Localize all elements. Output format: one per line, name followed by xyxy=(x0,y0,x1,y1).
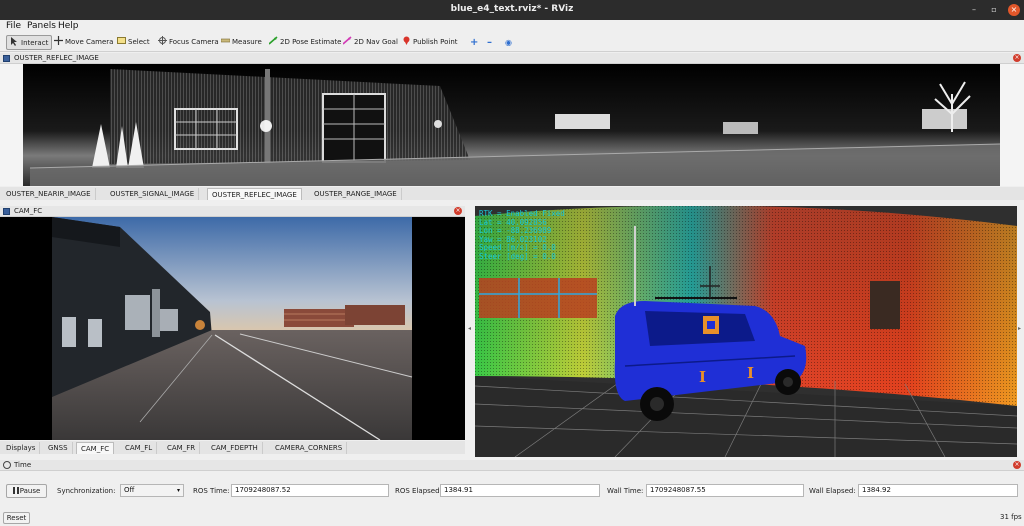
ros-time-field[interactable]: 1709248087.52 xyxy=(231,484,389,497)
crosshair-icon xyxy=(158,36,167,45)
ouster-image-view xyxy=(0,64,1024,186)
left-splitter-handle[interactable]: ◂ xyxy=(468,325,472,333)
tool-properties-button[interactable]: ◉ xyxy=(505,35,512,50)
pause-icon xyxy=(12,487,19,494)
interact-tool[interactable]: Interact xyxy=(6,35,53,50)
tab-cam-fc[interactable]: CAM_FC xyxy=(76,442,115,454)
tab-displays[interactable]: Displays xyxy=(2,442,41,454)
cam-panel-title: CAM_FC xyxy=(14,207,43,215)
minimize-button[interactable]: – xyxy=(968,4,980,16)
fps-readout: 31 fps xyxy=(1000,513,1022,521)
clock-icon xyxy=(3,461,11,469)
ouster-panel-close-button[interactable]: × xyxy=(1013,54,1021,62)
move-camera-tool[interactable]: Move Camera xyxy=(54,35,113,50)
time-panel-header: Time × xyxy=(0,460,1024,471)
window-title: blue_e4_text.rviz* - RViz xyxy=(450,4,574,14)
car-letter-side-front: I xyxy=(699,368,707,386)
nav-goal-tool[interactable]: 2D Nav Goal xyxy=(342,35,398,50)
reset-button[interactable]: Reset xyxy=(3,512,30,524)
sync-select[interactable]: Off ▾ xyxy=(120,484,184,497)
sync-label: Synchronization: xyxy=(57,487,116,495)
tab-cam-fdepth[interactable]: CAM_FDEPTH xyxy=(207,442,263,454)
focus-camera-tool[interactable]: Focus Camera xyxy=(158,35,219,50)
wall-elapsed-field[interactable]: 1384.92 xyxy=(858,484,1018,497)
front-camera-image xyxy=(0,217,465,441)
ros-elapsed-field[interactable]: 1384.91 xyxy=(440,484,600,497)
panel-icon xyxy=(3,55,10,62)
gnss-hud-overlay: RTK = Enabled Fixed Lat = 40.092856 Lon … xyxy=(479,209,565,262)
close-window-button[interactable]: × xyxy=(1008,4,1020,16)
tab-cam-fr[interactable]: CAM_FR xyxy=(163,442,201,454)
remove-tool-button[interactable]: – xyxy=(487,35,492,50)
pose-estimate-tool[interactable]: 2D Pose Estimate xyxy=(268,35,341,50)
pause-button[interactable]: Pause xyxy=(6,484,47,498)
move-icon xyxy=(54,36,63,45)
time-panel-close-button[interactable]: × xyxy=(1013,461,1021,469)
tab-ouster-reflec[interactable]: OUSTER_REFLEC_IMAGE xyxy=(207,188,302,200)
menu-help[interactable]: Help xyxy=(58,21,79,31)
cam-panel-header: CAM_FC × xyxy=(0,206,465,217)
camera-image-view xyxy=(0,217,465,441)
cursor-icon xyxy=(10,37,19,46)
ouster-panel-header: OUSTER_REFLEC_IMAGE × xyxy=(0,53,1024,64)
wall-time-label: Wall Time: xyxy=(607,487,644,495)
car-letter-side-rear: I xyxy=(747,364,755,382)
time-panel-body: Pause Synchronization: Off ▾ ROS Time: 1… xyxy=(0,471,1024,509)
wall-elapsed-label: Wall Elapsed: xyxy=(809,487,856,495)
tab-gnss[interactable]: GNSS xyxy=(44,442,73,454)
select-tool[interactable]: Select xyxy=(117,35,150,50)
map-pin-icon xyxy=(402,36,411,45)
pink-arrow-icon xyxy=(342,36,352,45)
status-bar: Reset 31 fps xyxy=(0,510,1024,526)
tab-ouster-range[interactable]: OUSTER_RANGE_IMAGE xyxy=(310,188,402,200)
left-tab-bar: Displays GNSS CAM_FC CAM_FL CAM_FR CAM_F… xyxy=(0,441,465,454)
tab-ouster-nearir[interactable]: OUSTER_NEARIR_IMAGE xyxy=(2,188,96,200)
measure-tool[interactable]: Measure xyxy=(220,35,262,50)
window-titlebar: blue_e4_text.rviz* - RViz – ▫ × xyxy=(0,0,1024,20)
chevron-down-icon: ▾ xyxy=(176,487,180,494)
time-panel-title: Time xyxy=(14,461,32,469)
right-splitter-handle[interactable]: ▸ xyxy=(1018,325,1022,333)
menu-bar: File Panels Help xyxy=(0,20,1024,33)
tab-ouster-signal[interactable]: OUSTER_SIGNAL_IMAGE xyxy=(106,188,200,200)
hud-steer: Steer [deg] = 0.0 xyxy=(479,251,556,261)
panel-icon xyxy=(3,208,10,215)
ouster-panel-title: OUSTER_REFLEC_IMAGE xyxy=(14,54,99,62)
wall-time-field[interactable]: 1709248087.55 xyxy=(646,484,804,497)
menu-panels[interactable]: Panels xyxy=(27,21,56,31)
maximize-button[interactable]: ▫ xyxy=(988,4,1000,16)
ros-elapsed-label: ROS Elapsed: xyxy=(395,487,442,495)
ros-time-label: ROS Time: xyxy=(193,487,230,495)
toolbar: Interact Move Camera Select Focus Camera… xyxy=(0,33,1024,52)
ruler-icon xyxy=(220,36,231,45)
ouster-tab-bar: OUSTER_NEARIR_IMAGE OUSTER_SIGNAL_IMAGE … xyxy=(0,187,1024,200)
ouster-reflectivity-image xyxy=(23,64,1001,186)
select-icon xyxy=(117,36,126,45)
green-arrow-icon xyxy=(268,36,278,45)
tab-cam-fl[interactable]: CAM_FL xyxy=(121,442,158,454)
3d-render-view[interactable]: RTK = Enabled Fixed Lat = 40.092856 Lon … xyxy=(475,206,1017,457)
tab-camera-corners[interactable]: CAMERA_CORNERS xyxy=(271,442,348,454)
cam-panel-close-button[interactable]: × xyxy=(454,207,462,215)
publish-point-tool[interactable]: Publish Point xyxy=(402,35,458,50)
menu-file[interactable]: File xyxy=(6,21,21,31)
add-tool-button[interactable]: + xyxy=(470,35,478,50)
